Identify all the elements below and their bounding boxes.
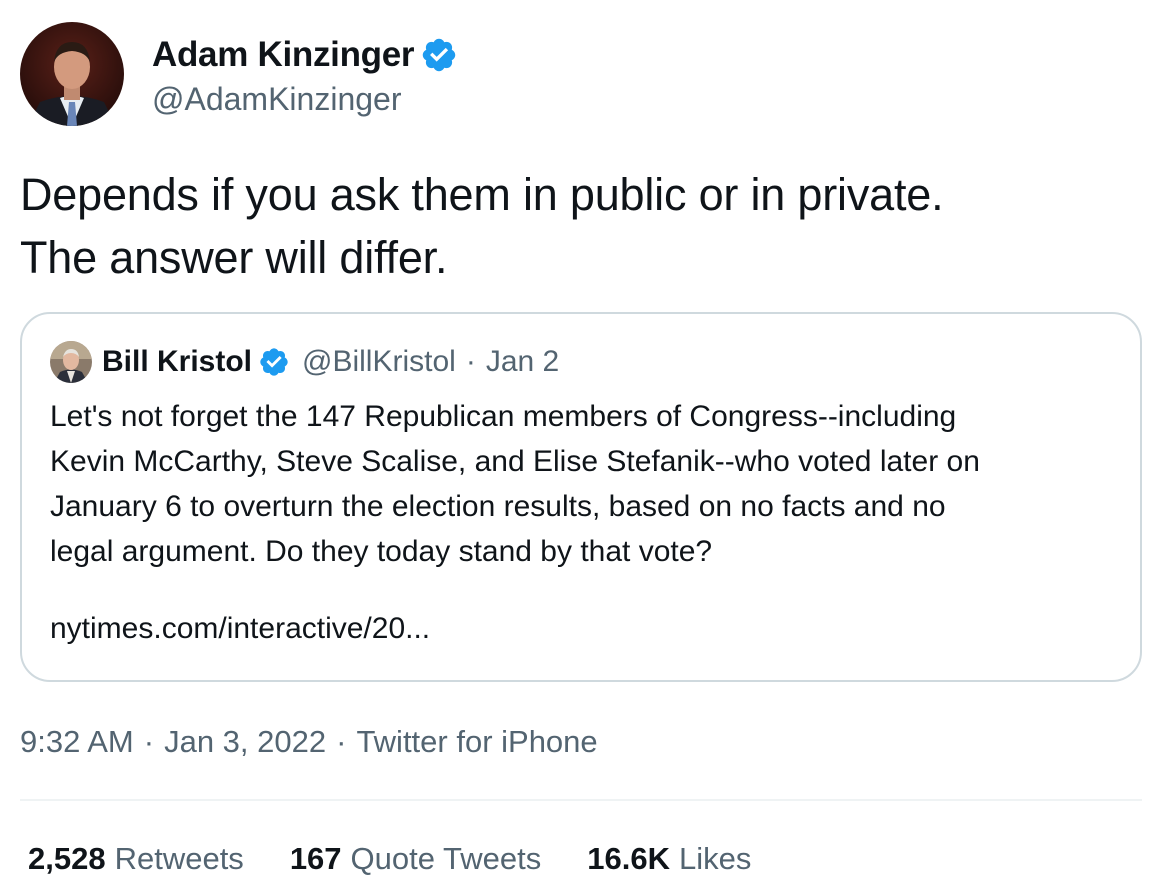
retweets-count: 2,528	[28, 841, 106, 876]
tweet-header: Adam Kinzinger @AdamKinzinger	[20, 22, 458, 126]
quoted-tweet-header: Bill Kristol @BillKristol · Jan 2	[50, 340, 559, 384]
quoted-tweet-line: Kevin McCarthy, Steve Scalise, and Elise…	[50, 445, 980, 478]
author-avatar-image	[20, 22, 124, 126]
likes-count: 16.6K	[587, 841, 670, 876]
likes-label: Likes	[679, 841, 752, 876]
quoted-tweet-body: Let's not forget the 147 Republican memb…	[50, 394, 1120, 574]
author-name-row: Adam Kinzinger	[152, 31, 458, 79]
verified-badge-icon	[420, 36, 458, 74]
author-name[interactable]: Adam Kinzinger	[152, 35, 415, 75]
tweet-text-line: Depends if you ask them in public or in …	[20, 169, 944, 220]
quoted-tweet-line: legal argument. Do they today stand by t…	[50, 535, 713, 568]
quoted-author-avatar	[50, 341, 92, 383]
tweet-source[interactable]: Twitter for iPhone	[356, 724, 597, 760]
tweet-time[interactable]: 9:32 AM	[20, 724, 134, 760]
quoted-tweet-card[interactable]: Bill Kristol @BillKristol · Jan 2 Let's …	[20, 312, 1142, 682]
separator-dot: ·	[143, 724, 155, 759]
stat-quote-tweets[interactable]: 167 Quote Tweets	[290, 841, 541, 877]
tweet-stats: 2,528 Retweets 167 Quote Tweets 16.6K Li…	[28, 836, 797, 882]
retweets-label: Retweets	[114, 841, 244, 876]
separator-dot: ·	[465, 345, 476, 378]
stat-likes[interactable]: 16.6K Likes	[587, 841, 751, 877]
tweet-meta: 9:32 AM · Jan 3, 2022 · Twitter for iPho…	[20, 720, 598, 764]
stat-retweets[interactable]: 2,528 Retweets	[28, 841, 244, 877]
quote-tweets-count: 167	[289, 841, 342, 876]
quoted-author-handle[interactable]: @BillKristol	[302, 345, 456, 379]
quoted-author-name[interactable]: Bill Kristol	[102, 345, 252, 379]
verified-badge-icon	[258, 346, 290, 378]
tweet-date[interactable]: Jan 3, 2022	[164, 724, 326, 760]
author-avatar[interactable]	[20, 22, 124, 126]
divider	[20, 799, 1142, 801]
quoted-tweet-link[interactable]: nytimes.com/interactive/20...	[50, 612, 430, 646]
author-info: Adam Kinzinger @AdamKinzinger	[152, 31, 458, 118]
quoted-tweet-date[interactable]: Jan 2	[486, 345, 559, 379]
quoted-tweet-line: January 6 to overturn the election resul…	[50, 490, 946, 523]
tweet-text-line: The answer will differ.	[20, 232, 448, 283]
quote-tweets-label: Quote Tweets	[350, 841, 542, 876]
separator-dot: ·	[336, 724, 347, 759]
quoted-author-avatar-image	[50, 341, 92, 383]
tweet-text: Depends if you ask them in public or in …	[20, 163, 1130, 289]
author-handle[interactable]: @AdamKinzinger	[152, 81, 458, 118]
quoted-tweet-line: Let's not forget the 147 Republican memb…	[50, 400, 957, 433]
